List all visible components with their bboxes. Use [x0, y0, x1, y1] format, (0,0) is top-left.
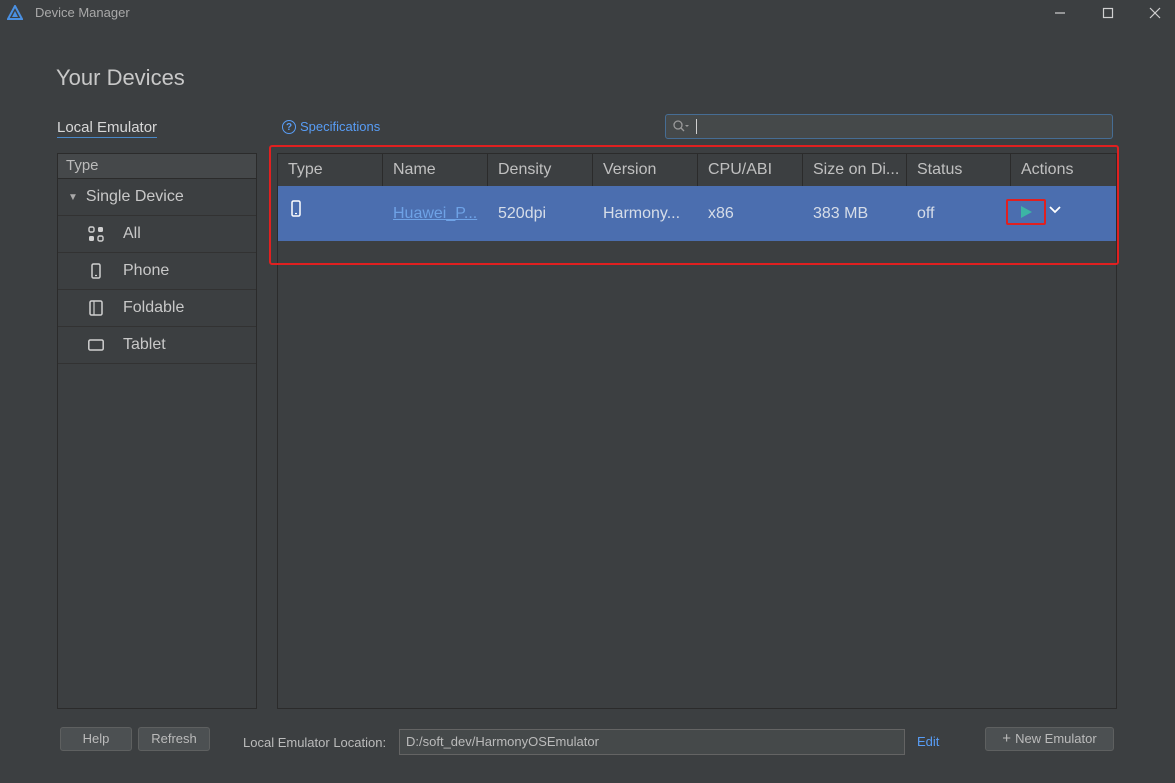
column-header-type[interactable]: Type: [278, 154, 383, 186]
type-filter-panel: Type ▼ Single Device All Phone Foldable …: [57, 153, 257, 709]
device-type-cell: [278, 186, 383, 241]
phone-icon: [288, 186, 304, 241]
column-header-name[interactable]: Name: [383, 154, 488, 186]
type-item-phone[interactable]: Phone: [58, 253, 256, 290]
run-emulator-button[interactable]: [1006, 199, 1046, 225]
column-header-cpu[interactable]: CPU/ABI: [698, 154, 803, 186]
emulator-location-field[interactable]: D:/soft_dev/HarmonyOSEmulator: [399, 729, 905, 755]
location-label: Local Emulator Location:: [243, 735, 387, 750]
maximize-icon[interactable]: [1085, 0, 1131, 26]
column-header-actions[interactable]: Actions: [1011, 154, 1116, 186]
specifications-label: Specifications: [300, 119, 381, 134]
specifications-link[interactable]: ? Specifications: [282, 119, 380, 134]
column-header-density[interactable]: Density: [488, 154, 593, 186]
device-density: 520dpi: [498, 205, 547, 222]
table-header: Type Name Density Version CPU/ABI Size o…: [278, 154, 1116, 187]
text-cursor: [696, 119, 697, 134]
close-icon[interactable]: [1132, 0, 1175, 26]
new-emulator-button[interactable]: + New Emulator: [985, 727, 1114, 751]
play-icon: [1021, 206, 1032, 218]
window-title: Device Manager: [35, 5, 130, 20]
group-label: Single Device: [85, 188, 184, 205]
type-item-foldable[interactable]: Foldable: [58, 290, 256, 327]
table-row[interactable]: Huawei_P... 520dpi Harmony... x86 383 MB…: [278, 186, 1116, 241]
phone-icon: [88, 263, 104, 279]
edit-location-link[interactable]: Edit: [917, 734, 939, 749]
device-status: off: [917, 205, 935, 222]
help-button[interactable]: Help: [60, 727, 132, 751]
column-header-status[interactable]: Status: [907, 154, 1011, 186]
chevron-down-icon: [1049, 206, 1061, 214]
device-cpu: x86: [708, 205, 734, 222]
tab-local-emulator[interactable]: Local Emulator: [57, 119, 158, 138]
type-item-label: All: [123, 225, 141, 242]
more-actions-button[interactable]: [1048, 203, 1062, 217]
plus-icon: +: [1002, 730, 1012, 747]
grid-icon: [88, 226, 104, 242]
column-header-size[interactable]: Size on Di...: [803, 154, 907, 186]
type-item-tablet[interactable]: Tablet: [58, 327, 256, 364]
triangle-down-icon: ▼: [68, 191, 78, 203]
page-title: Your Devices: [56, 65, 185, 90]
device-version: Harmony...: [603, 205, 681, 222]
refresh-button[interactable]: Refresh: [138, 727, 210, 751]
tablet-icon: [88, 337, 104, 353]
foldable-icon: [88, 300, 104, 316]
title-bar: Device Manager: [0, 0, 1175, 26]
minimize-icon[interactable]: [1037, 0, 1083, 26]
column-header-version[interactable]: Version: [593, 154, 698, 186]
device-table: Type Name Density Version CPU/ABI Size o…: [277, 153, 1117, 709]
type-item-label: Tablet: [123, 336, 166, 353]
harmony-logo-icon: [6, 3, 24, 21]
single-device-group[interactable]: ▼ Single Device: [58, 179, 256, 216]
type-item-all[interactable]: All: [58, 216, 256, 253]
type-item-label: Phone: [123, 262, 170, 279]
type-panel-header: Type: [58, 154, 256, 179]
search-input[interactable]: [665, 114, 1113, 139]
new-emulator-label: New Emulator: [1015, 731, 1097, 746]
help-circle-icon: ?: [282, 119, 296, 134]
search-icon: [672, 119, 690, 138]
device-size: 383 MB: [813, 205, 869, 222]
type-item-label: Foldable: [123, 299, 185, 316]
device-name-link[interactable]: Huawei_P...: [383, 186, 488, 241]
